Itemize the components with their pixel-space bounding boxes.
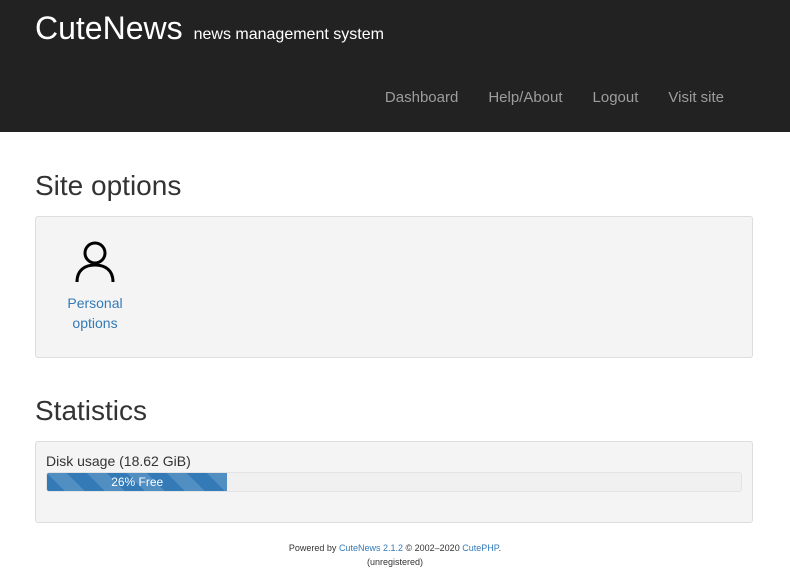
footer-registration: (unregistered)	[366, 557, 424, 567]
footer-cutenews-link[interactable]: CuteNews	[339, 543, 381, 553]
site-options-heading: Site options	[35, 170, 182, 201]
disk-usage-progress: 26% Free	[46, 472, 742, 492]
footer-period: .	[498, 543, 502, 553]
nav-logout[interactable]: Logout	[593, 88, 639, 108]
user-icon	[75, 241, 115, 283]
brand-tagline: news management system	[193, 26, 384, 43]
footer-version-link[interactable]: 2.1.2	[383, 543, 403, 553]
brand-name[interactable]: CuteNews	[35, 8, 183, 48]
nav-dashboard[interactable]: Dashboard	[385, 88, 458, 108]
personal-options-link[interactable]: Personal options	[58, 239, 132, 333]
statistics-heading: Statistics	[35, 395, 148, 426]
nav-help-about[interactable]: Help/About	[488, 88, 562, 108]
footer: Powered by CuteNews 2.1.2 © 2002–2020 Cu…	[0, 541, 790, 569]
brand: CuteNews news management system	[35, 8, 384, 48]
main-nav: Dashboard Help/About Logout Visit site	[385, 88, 724, 108]
disk-free-bar: 26% Free	[47, 473, 228, 491]
personal-options-label[interactable]: Personal options	[58, 293, 132, 333]
disk-usage-label: Disk usage (18.62 GiB)	[46, 453, 191, 469]
footer-powered-by: Powered by	[288, 543, 337, 553]
personal-options-label-line2[interactable]: options	[72, 315, 117, 331]
footer-line1: Powered by CuteNews 2.1.2 © 2002–2020 Cu…	[0, 541, 790, 555]
statistics-panel: Disk usage (18.62 GiB) 26% Free	[35, 441, 753, 523]
personal-options-label-line1[interactable]: Personal	[67, 295, 122, 311]
top-navbar: CuteNews news management system Dashboar…	[0, 0, 790, 132]
footer-cutephp-link[interactable]: CutePHP	[462, 543, 498, 553]
site-options-panel: Personal options	[35, 216, 753, 358]
nav-visit-site[interactable]: Visit site	[668, 88, 724, 108]
footer-copyright: © 2002–2020	[405, 543, 460, 553]
